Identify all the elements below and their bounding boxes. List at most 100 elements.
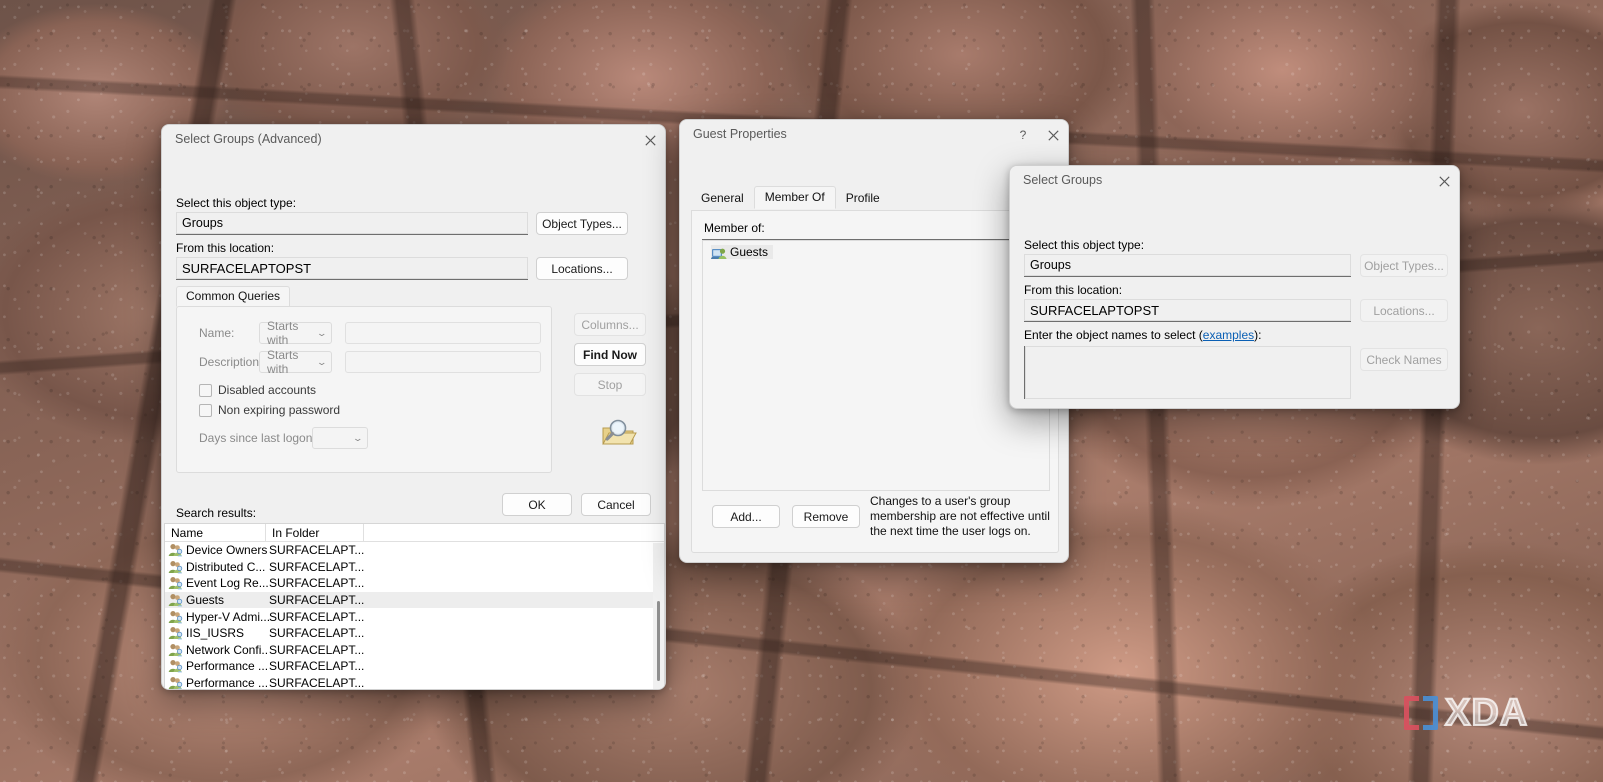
table-row[interactable]: Performance ... SURFACELAPT...	[165, 658, 664, 675]
member-of-label: Member of:	[704, 221, 765, 235]
cell-in-folder: SURFACELAPT...	[269, 676, 365, 690]
non-expiring-password-checkbox[interactable]	[199, 403, 212, 417]
cell-name-text: Performance ...	[186, 676, 269, 690]
titlebar: Select Groups	[1010, 166, 1459, 196]
disabled-accounts-checkbox-row[interactable]: Disabled accounts	[199, 383, 316, 397]
group-icon	[168, 610, 183, 624]
table-row[interactable]: Distributed C... SURFACELAPT...	[165, 559, 664, 576]
location-input[interactable]: SURFACELAPTOPST	[1024, 299, 1351, 322]
close-icon[interactable]	[635, 125, 665, 155]
column-header-name[interactable]: Name	[165, 524, 266, 542]
close-icon[interactable]	[1429, 166, 1459, 196]
cell-name: IIS_IUSRS	[168, 626, 269, 640]
select-groups-dialog: Select Groups Select this object type: G…	[1009, 165, 1460, 409]
results-rows-container: Device Owners SURFACELAPT... Distributed C…	[165, 542, 664, 690]
cell-name: Performance ...	[168, 676, 269, 690]
chevron-down-icon: ⌄	[316, 327, 328, 338]
find-now-button[interactable]: Find Now	[574, 343, 646, 366]
list-item[interactable]: Guests	[710, 245, 774, 259]
group-icon	[168, 560, 183, 574]
dialog-title: Select Groups (Advanced)	[175, 132, 322, 146]
titlebar-buttons	[635, 125, 665, 155]
xda-bracket-logo-icon	[1404, 696, 1438, 730]
days-since-logon-select[interactable]: ⌄	[312, 427, 368, 449]
tab-profile[interactable]: Profile	[836, 188, 890, 209]
results-scrollbar[interactable]	[653, 543, 664, 689]
object-types-button[interactable]: Object Types...	[1360, 254, 1448, 277]
group-icon	[168, 626, 183, 640]
location-label: From this location:	[176, 241, 275, 255]
table-row[interactable]: Device Owners SURFACELAPT...	[165, 542, 664, 559]
columns-button[interactable]: Columns...	[574, 313, 646, 336]
tab-member-of[interactable]: Member Of	[753, 186, 836, 209]
group-icon	[168, 676, 183, 689]
object-types-button[interactable]: Object Types...	[536, 212, 628, 235]
group-icon	[168, 576, 183, 590]
check-names-button[interactable]: Check Names	[1360, 348, 1448, 371]
cancel-button[interactable]: Cancel	[581, 493, 651, 516]
group-icon	[168, 543, 183, 557]
description-value-input[interactable]	[345, 351, 541, 373]
locations-button[interactable]: Locations...	[1360, 299, 1448, 322]
select-groups-advanced-dialog: Select Groups (Advanced) Select this obj…	[161, 124, 666, 690]
tab-general[interactable]: General	[691, 188, 754, 209]
table-row[interactable]: Event Log Re... SURFACELAPT...	[165, 575, 664, 592]
table-row[interactable]: IIS_IUSRS SURFACELAPT...	[165, 625, 664, 642]
stop-button[interactable]: Stop	[574, 373, 646, 396]
name-operator-select[interactable]: Starts with ⌄	[259, 319, 332, 347]
dialog-title: Select Groups	[1023, 173, 1103, 187]
object-type-input[interactable]: Groups	[176, 212, 528, 235]
cell-name-text: Performance ...	[186, 659, 269, 674]
disabled-accounts-label: Disabled accounts	[218, 383, 317, 397]
enter-names-label-post: ):	[1254, 328, 1262, 342]
search-results-list[interactable]: Name In Folder Device Owners SURFACELAPT.…	[164, 523, 665, 690]
name-label: Name:	[199, 326, 235, 340]
remove-button[interactable]: Remove	[792, 505, 860, 528]
cell-in-folder: SURFACELAPT...	[269, 576, 365, 591]
tab-common-queries[interactable]: Common Queries	[176, 286, 291, 307]
table-row[interactable]: Network Confi... SURFACELAPT...	[165, 642, 664, 659]
cell-name: Hyper-V Admi...	[168, 610, 269, 624]
search-results-label: Search results:	[176, 506, 257, 520]
xda-watermark: XDA	[1404, 692, 1529, 734]
non-expiring-password-label: Non expiring password	[218, 403, 341, 417]
name-value-input[interactable]	[345, 322, 541, 344]
description-label: Description:	[199, 355, 263, 369]
member-of-list[interactable]: Guests	[702, 239, 1050, 491]
dialog-title: Guest Properties	[693, 127, 787, 141]
group-icon	[168, 593, 183, 607]
location-input[interactable]: SURFACELAPTOPST	[176, 257, 528, 280]
list-header-row: Name In Folder	[165, 524, 664, 542]
table-row[interactable]: Guests SURFACELAPT...	[165, 591, 664, 609]
non-expiring-password-checkbox-row[interactable]: Non expiring password	[199, 403, 340, 417]
cell-name-text: Device Owners	[186, 543, 268, 558]
results-scrollbar-thumb[interactable]	[657, 601, 660, 681]
cell-in-folder: SURFACELAPT...	[269, 593, 365, 608]
tabstrip: General Member Of Profile	[691, 186, 890, 209]
cell-in-folder: SURFACELAPT...	[269, 642, 365, 657]
object-type-input[interactable]: Groups	[1024, 254, 1351, 277]
close-icon[interactable]	[1038, 120, 1068, 150]
titlebar: Select Groups (Advanced)	[162, 125, 665, 155]
add-button[interactable]: Add...	[712, 505, 780, 528]
disabled-accounts-checkbox[interactable]	[199, 383, 212, 397]
cell-in-folder: SURFACELAPT...	[269, 626, 365, 641]
enter-names-label: Enter the object names to select (exampl…	[1024, 328, 1261, 342]
table-row[interactable]: Hyper-V Admi... SURFACELAPT...	[165, 608, 664, 625]
table-row[interactable]: Performance ... SURFACELAPT...	[165, 675, 664, 690]
ok-button[interactable]: OK	[502, 493, 572, 516]
titlebar-buttons: ?	[1008, 120, 1068, 150]
cell-name-text: Guests	[186, 593, 225, 608]
cell-name: Event Log Re...	[168, 576, 269, 590]
cell-in-folder: SURFACELAPT...	[269, 559, 365, 574]
object-names-input[interactable]	[1024, 346, 1351, 399]
help-icon[interactable]: ?	[1008, 120, 1038, 150]
examples-link[interactable]: examples	[1203, 328, 1254, 342]
common-queries-panel: Name: Starts with ⌄ Description: Starts …	[176, 306, 552, 473]
description-operator-select[interactable]: Starts with ⌄	[259, 348, 332, 376]
column-header-in-folder[interactable]: In Folder	[266, 524, 364, 542]
cell-in-folder: SURFACELAPT...	[269, 609, 365, 624]
locations-button[interactable]: Locations...	[536, 257, 628, 280]
titlebar-buttons	[1429, 166, 1459, 196]
xda-wordmark: XDA	[1444, 692, 1529, 734]
